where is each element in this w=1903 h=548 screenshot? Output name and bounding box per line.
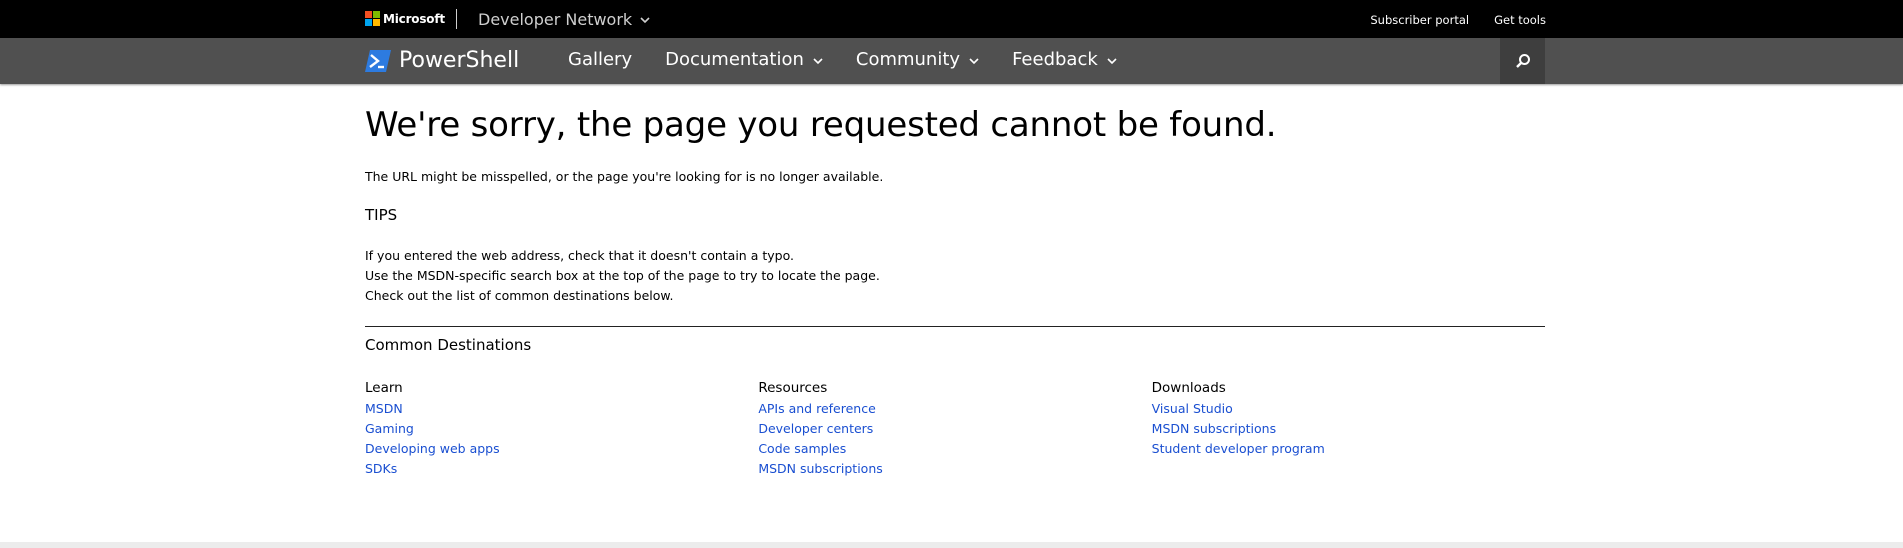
column-heading: Downloads xyxy=(1151,380,1226,396)
nav-items: Gallery Documentation Community Feedback xyxy=(568,49,1150,70)
top-links: Subscriber portal Get tools xyxy=(1345,13,1546,27)
main-content: We're sorry, the page you requested cann… xyxy=(365,84,1545,479)
chevron-down-icon xyxy=(813,58,823,65)
link-msdn-subscriptions[interactable]: MSDN subscriptions xyxy=(758,459,1151,479)
section-divider xyxy=(365,326,1545,327)
page-title: We're sorry, the page you requested cann… xyxy=(365,105,1277,145)
chevron-down-icon xyxy=(640,17,650,24)
nav-item-community[interactable]: Community xyxy=(856,49,979,70)
nav-item-documentation[interactable]: Documentation xyxy=(665,49,823,70)
microsoft-wordmark: Microsoft xyxy=(383,11,445,26)
column-downloads: Downloads Visual Studio MSDN subscriptio… xyxy=(1152,380,1545,479)
link-gaming[interactable]: Gaming xyxy=(365,419,758,439)
column-heading: Resources xyxy=(758,380,828,396)
column-heading: Learn xyxy=(365,380,403,396)
common-destinations-heading: Common Destinations xyxy=(365,336,532,354)
nav-item-label: Community xyxy=(855,49,961,70)
link-msdn-subscriptions[interactable]: MSDN subscriptions xyxy=(1152,419,1545,439)
nav-item-label: Documentation xyxy=(665,49,804,70)
powershell-brand[interactable]: PowerShell xyxy=(365,48,519,73)
footer-strip xyxy=(0,542,1903,548)
top-bar: Microsoft Developer Network Subscriber p… xyxy=(0,0,1903,38)
nav-item-label: Gallery xyxy=(568,49,633,70)
link-developing-web-apps[interactable]: Developing web apps xyxy=(365,439,758,459)
powershell-title: PowerShell xyxy=(399,48,520,73)
nav-item-feedback[interactable]: Feedback xyxy=(1012,49,1117,70)
tips-heading: TIPS xyxy=(365,206,398,224)
developer-network-menu[interactable]: Developer Network xyxy=(478,10,650,29)
link-student-developer-program[interactable]: Student developer program xyxy=(1152,439,1545,459)
error-description: The URL might be misspelled, or the page… xyxy=(365,169,884,184)
tip-item: If you entered the web address, check th… xyxy=(365,248,794,263)
powershell-icon xyxy=(365,49,391,72)
search-button[interactable] xyxy=(1500,38,1545,84)
tip-item: Check out the list of common destination… xyxy=(365,288,674,303)
get-tools-link[interactable]: Get tools xyxy=(1494,13,1546,27)
column-resources: Resources APIs and reference Developer c… xyxy=(758,380,1151,479)
link-sdks[interactable]: SDKs xyxy=(365,459,758,479)
developer-network-label: Developer Network xyxy=(478,10,633,29)
link-code-samples[interactable]: Code samples xyxy=(758,439,1151,459)
chevron-down-icon xyxy=(969,58,979,65)
tips-list: If you entered the web address, check th… xyxy=(365,246,1545,306)
product-nav-bar: PowerShell Gallery Documentation Communi… xyxy=(0,38,1903,84)
link-msdn[interactable]: MSDN xyxy=(365,399,758,419)
chevron-down-icon xyxy=(1107,58,1117,65)
link-visual-studio[interactable]: Visual Studio xyxy=(1152,399,1545,419)
destination-columns: Learn MSDN Gaming Developing web apps SD… xyxy=(365,380,1545,479)
column-learn: Learn MSDN Gaming Developing web apps SD… xyxy=(365,380,758,479)
search-icon xyxy=(1515,54,1530,68)
nav-item-gallery[interactable]: Gallery xyxy=(568,49,632,70)
link-apis-and-reference[interactable]: APIs and reference xyxy=(758,399,1151,419)
microsoft-logo[interactable]: Microsoft xyxy=(365,11,445,26)
microsoft-logo-icon xyxy=(365,11,380,26)
nav-item-label: Feedback xyxy=(1012,49,1098,70)
link-developer-centers[interactable]: Developer centers xyxy=(758,419,1151,439)
subscriber-portal-link[interactable]: Subscriber portal xyxy=(1370,13,1469,27)
tip-item: Use the MSDN-specific search box at the … xyxy=(365,268,880,283)
topbar-divider xyxy=(456,9,457,29)
